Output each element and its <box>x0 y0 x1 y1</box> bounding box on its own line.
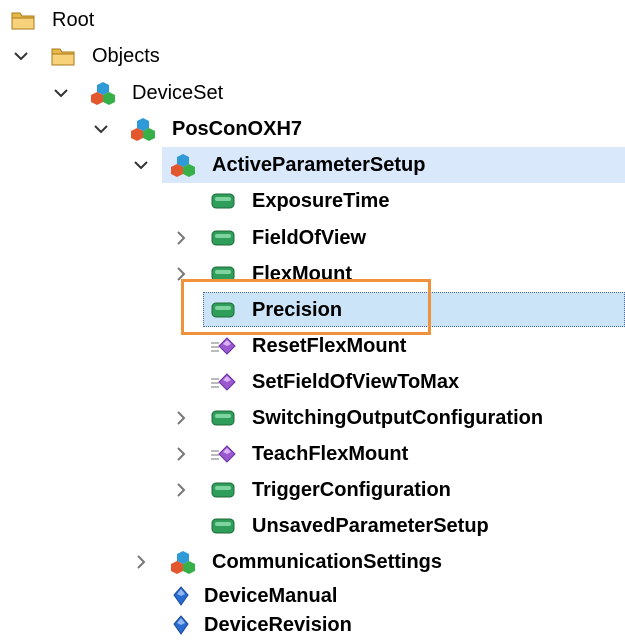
variable-tag-icon <box>210 514 236 538</box>
chevron-right-icon[interactable] <box>172 445 190 463</box>
variable-tag-icon <box>210 478 236 502</box>
tree-item-label: UnsavedParameterSetup <box>252 515 489 537</box>
tree-item-label: DeviceManual <box>204 585 338 607</box>
tree-item-exposuretime[interactable]: ExposureTime <box>0 183 625 219</box>
tree-item-setfieldofviewtomax[interactable]: SetFieldOfViewToMax <box>0 364 625 400</box>
tree-item-label: SwitchingOutputConfiguration <box>252 407 544 429</box>
tree-item-resetflexmount[interactable]: ResetFlexMount <box>0 328 625 364</box>
folder-icon <box>10 8 36 32</box>
tree-item-label: ActiveParameterSetup <box>212 154 426 176</box>
variable-tag-icon <box>210 262 236 286</box>
tree-item-triggerconfiguration[interactable]: TriggerConfiguration <box>0 472 625 508</box>
tree-item-objects[interactable]: Objects <box>0 38 625 74</box>
object-cubes-icon <box>170 153 196 177</box>
tree-item-teachflexmount[interactable]: TeachFlexMount <box>0 436 625 472</box>
chevron-right-icon[interactable] <box>132 553 150 571</box>
tree-item-unsavedparametersetup[interactable]: UnsavedParameterSetup <box>0 508 625 544</box>
object-cubes-icon <box>170 550 196 574</box>
variable-tag-icon <box>210 298 236 322</box>
method-icon <box>210 442 236 466</box>
tree-item-deviceset[interactable]: DeviceSet <box>0 75 625 111</box>
chevron-down-icon[interactable] <box>132 156 150 174</box>
tree-item-flexmount[interactable]: FlexMount <box>0 256 625 292</box>
tree-item-precision[interactable]: Precision <box>0 292 625 328</box>
method-icon <box>210 334 236 358</box>
tree-item-label: Precision <box>252 299 343 321</box>
tree-item-label: ResetFlexMount <box>252 335 407 357</box>
object-cubes-icon <box>130 117 156 141</box>
variable-tag-icon <box>210 226 236 250</box>
folder-icon <box>50 44 76 68</box>
property-diamond-icon <box>168 584 194 608</box>
method-icon <box>210 370 236 394</box>
variable-tag-icon <box>210 189 236 213</box>
chevron-right-icon[interactable] <box>172 265 190 283</box>
tree-item-label: TeachFlexMount <box>252 443 409 465</box>
tree-item-label: PosConOXH7 <box>172 118 303 140</box>
tree-item-label: SetFieldOfViewToMax <box>252 371 460 393</box>
tree-item-activeparametersetup-content[interactable]: ActiveParameterSetup <box>0 147 625 183</box>
variable-tag-icon <box>210 406 236 430</box>
tree-item-label: ExposureTime <box>252 190 390 212</box>
tree-item-devicerevision[interactable]: DeviceRevision <box>0 607 625 643</box>
chevron-down-icon[interactable] <box>52 84 70 102</box>
tree-item-label: Objects <box>92 45 160 67</box>
tree-item-label: DeviceRevision <box>204 614 352 636</box>
tree-item-label: FieldOfView <box>252 227 367 249</box>
tree-item-label: FlexMount <box>252 263 352 285</box>
property-diamond-icon <box>168 613 194 637</box>
tree-item-label: Root <box>52 9 95 31</box>
chevron-down-icon[interactable] <box>12 47 30 65</box>
tree-item-fieldofview[interactable]: FieldOfView <box>0 220 625 256</box>
chevron-right-icon[interactable] <box>172 481 190 499</box>
tree-item-label: CommunicationSettings <box>212 551 443 573</box>
tree-item-posconoxh7[interactable]: PosConOXH7 <box>0 111 625 147</box>
object-cubes-icon <box>90 81 116 105</box>
chevron-right-icon[interactable] <box>172 229 190 247</box>
object-tree: Root Objects DeviceSet PosConOXH7 Active… <box>0 0 625 639</box>
tree-item-root[interactable]: Root <box>0 2 625 38</box>
chevron-down-icon[interactable] <box>92 120 110 138</box>
tree-item-switchingoutputconfiguration[interactable]: SwitchingOutputConfiguration <box>0 400 625 436</box>
tree-item-label: DeviceSet <box>132 82 224 104</box>
tree-item-communicationsettings[interactable]: CommunicationSettings <box>0 544 625 580</box>
chevron-right-icon[interactable] <box>172 409 190 427</box>
tree-item-label: TriggerConfiguration <box>252 479 451 501</box>
